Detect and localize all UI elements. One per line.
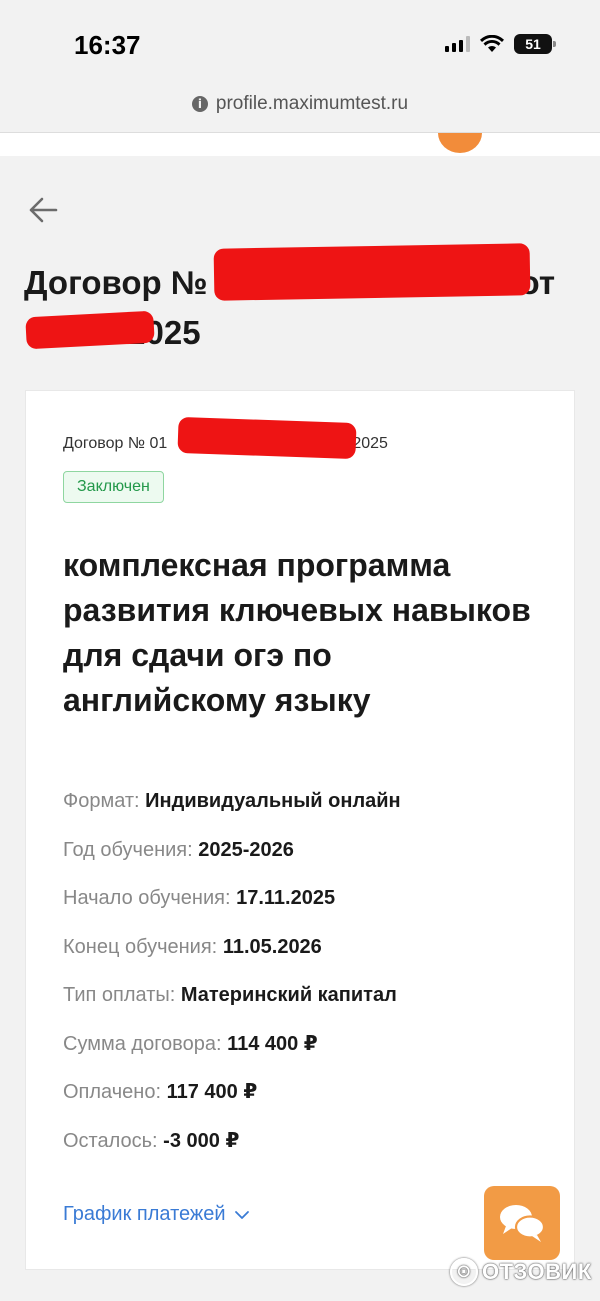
- detail-label: Тип оплаты:: [63, 984, 176, 1006]
- watermark-text: ОТЗОВИК: [482, 1259, 592, 1284]
- payment-schedule-label: График платежей: [63, 1203, 226, 1225]
- detail-label: Оплачено:: [63, 1081, 162, 1103]
- chat-bubbles-icon: [500, 1205, 546, 1242]
- contract-details: Формат: Индивидуальный онлайн Год обучен…: [63, 787, 553, 1175]
- info-icon[interactable]: i: [191, 96, 208, 112]
- contract-card: Договор № 01 11.2025 Заключен комплексная…: [25, 390, 575, 1270]
- status-icons: 51: [445, 34, 556, 54]
- detail-value: -3 000 ₽: [163, 1129, 240, 1152]
- detail-row-payment-type: Тип оплаты: Материнский капитал: [63, 981, 553, 1030]
- watermark: ⊙ ОТЗОВИК: [450, 1258, 592, 1286]
- watermark-logo-icon: ⊙: [450, 1258, 478, 1286]
- detail-row-start: Начало обучения: 17.11.2025: [63, 884, 553, 933]
- detail-row-format: Формат: Индивидуальный онлайн: [63, 787, 553, 836]
- detail-row-end: Конец обучения: 11.05.2026: [63, 933, 553, 982]
- detail-row-paid: Оплачено: 117 400 ₽: [63, 1078, 553, 1127]
- redaction-mark: [177, 416, 357, 460]
- detail-label: Осталось:: [63, 1129, 158, 1152]
- detail-value: 17.11.2025: [236, 887, 336, 909]
- avatar[interactable]: [438, 133, 482, 153]
- detail-row-remaining: Осталось: -3 000 ₽: [63, 1127, 553, 1176]
- url-text[interactable]: profile.maximumtest.ru: [216, 93, 408, 115]
- site-header: [0, 132, 600, 156]
- contract-number-prefix: Договор № 01: [63, 435, 168, 452]
- detail-row-year: Год обучения: 2025-2026: [63, 836, 553, 885]
- detail-label: Год обучения:: [63, 838, 193, 861]
- redaction-mark: [25, 310, 155, 350]
- payment-schedule-link[interactable]: График платежей: [63, 1203, 250, 1226]
- battery-icon: 51: [514, 34, 556, 54]
- detail-row-total: Сумма договора: 114 400 ₽: [63, 1030, 553, 1079]
- arrow-left-icon: [29, 197, 58, 223]
- program-title: комплексная программа развития ключевых …: [63, 547, 531, 718]
- detail-value: Материнский капитал: [180, 984, 397, 1006]
- chat-button[interactable]: [484, 1186, 560, 1260]
- detail-value: 2025-2026: [198, 838, 294, 861]
- detail-label: Начало обучения:: [63, 887, 231, 909]
- back-button[interactable]: [28, 196, 58, 228]
- chevron-down-icon: [234, 1210, 249, 1219]
- detail-label: Формат:: [63, 790, 140, 812]
- cellular-signal-icon: [445, 36, 470, 52]
- wifi-icon: [480, 35, 504, 52]
- redaction-mark: [213, 243, 531, 301]
- address-bar[interactable]: i profile.maximumtest.ru: [0, 88, 600, 120]
- status-badge: Заключен: [63, 471, 164, 503]
- status-time: 16:37: [74, 30, 141, 60]
- status-bar: 16:37 51: [0, 0, 600, 80]
- detail-value: 11.05.2026: [222, 935, 322, 958]
- detail-value: 117 400 ₽: [166, 1081, 258, 1103]
- detail-value: Индивидуальный онлайн: [145, 790, 401, 812]
- detail-label: Сумма договора:: [63, 1032, 222, 1055]
- detail-label: Конец обучения:: [63, 935, 218, 958]
- detail-value: 114 400 ₽: [227, 1032, 318, 1055]
